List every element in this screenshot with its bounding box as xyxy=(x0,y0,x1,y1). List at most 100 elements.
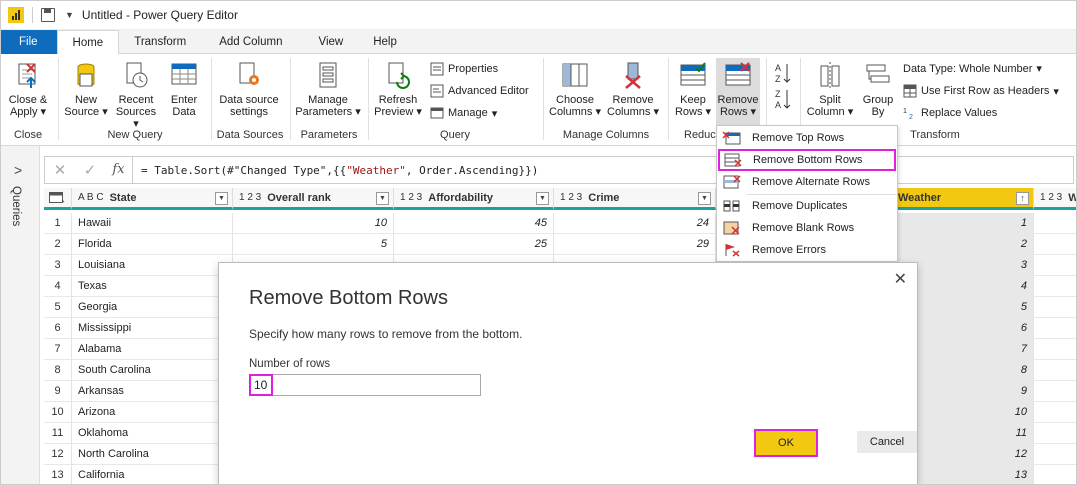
menu-item-remove-alternate-rows[interactable]: Remove Alternate Rows xyxy=(717,171,897,193)
sort-ascending-icon[interactable]: AZ xyxy=(775,62,791,87)
manage-parameters-button[interactable]: Manage Parameters ▾ xyxy=(293,60,363,118)
cell-state[interactable]: California xyxy=(72,465,233,485)
cell-idx[interactable]: 6 xyxy=(44,318,72,339)
replace-values-button[interactable]: 12 Replace Values xyxy=(903,106,997,121)
cell-we[interactable] xyxy=(1034,318,1077,339)
menu-item-remove-top-rows[interactable]: Remove Top Rows xyxy=(717,127,897,149)
cell-idx[interactable]: 12 xyxy=(44,444,72,465)
cancel-button[interactable]: Cancel xyxy=(857,431,917,453)
table-menu-icon[interactable] xyxy=(44,188,72,210)
tab-home[interactable]: Home xyxy=(56,30,120,55)
cell-afford[interactable]: 25 xyxy=(394,234,554,255)
tab-help[interactable]: Help xyxy=(361,30,409,54)
column-header-weather[interactable]: Weather ↑ xyxy=(892,188,1034,210)
cell-state[interactable]: Louisiana xyxy=(72,255,233,276)
cell-idx[interactable]: 7 xyxy=(44,339,72,360)
cell-we[interactable] xyxy=(1034,360,1077,381)
use-first-row-headers-button[interactable]: Use First Row as Headers ▾ xyxy=(903,84,1059,98)
cell-state[interactable]: Florida xyxy=(72,234,233,255)
number-type-icon[interactable]: 1 2 3 xyxy=(239,192,261,203)
cell-state[interactable]: Alabama xyxy=(72,339,233,360)
cell-state[interactable]: Georgia xyxy=(72,297,233,318)
cell-crime[interactable]: 24 xyxy=(554,213,716,234)
column-filter-dropdown-icon[interactable]: ▼ xyxy=(698,192,711,205)
remove-columns-button[interactable]: Remove Columns ▾ xyxy=(604,60,662,118)
text-type-icon[interactable]: A B C xyxy=(78,192,104,203)
cell-idx[interactable]: 11 xyxy=(44,423,72,444)
data-type-dropdown[interactable]: Data Type: Whole Number ▾ xyxy=(903,62,1042,76)
cell-weather[interactable]: 1 xyxy=(892,213,1034,234)
keep-rows-button[interactable]: Keep Rows ▾ xyxy=(672,60,714,118)
column-header-crime[interactable]: 1 2 3 Crime ▼ xyxy=(554,188,716,210)
cell-state[interactable]: Mississippi xyxy=(72,318,233,339)
fx-icon[interactable]: fx xyxy=(105,157,133,183)
cell-rank[interactable]: 5 xyxy=(233,234,394,255)
quick-access-dropdown-icon[interactable]: ▼ xyxy=(65,10,74,20)
cell-idx[interactable]: 9 xyxy=(44,381,72,402)
cell-afford[interactable]: 45 xyxy=(394,213,554,234)
cell-crime[interactable]: 29 xyxy=(554,234,716,255)
refresh-preview-button[interactable]: Refresh Preview ▾ xyxy=(372,60,424,118)
data-source-settings-button[interactable]: Data source settings xyxy=(214,60,284,118)
cell-idx[interactable]: 5 xyxy=(44,297,72,318)
cell-rank[interactable]: 10 xyxy=(233,213,394,234)
cell-state[interactable]: Arizona xyxy=(72,402,233,423)
cancel-formula-icon[interactable]: ✕ xyxy=(45,161,75,179)
column-header-state[interactable]: A B C State ▼ xyxy=(72,188,233,210)
cell-idx[interactable]: 3 xyxy=(44,255,72,276)
formula-text[interactable]: = Table.Sort(#"Changed Type",{{"Weather"… xyxy=(133,164,538,177)
cell-we[interactable] xyxy=(1034,465,1077,485)
recent-sources-button[interactable]: Recent Sources ▾ xyxy=(112,60,160,130)
expand-queries-chevron-icon[interactable]: > xyxy=(14,162,22,178)
cell-idx[interactable]: 10 xyxy=(44,402,72,423)
cell-we[interactable] xyxy=(1034,297,1077,318)
cell-idx[interactable]: 2 xyxy=(44,234,72,255)
table-row[interactable]: 2 Florida 5 25 29 2 xyxy=(44,234,1077,255)
close-apply-button[interactable]: Close & Apply ▾ xyxy=(5,60,51,118)
cell-idx[interactable]: 8 xyxy=(44,360,72,381)
column-filter-dropdown-icon[interactable]: ▼ xyxy=(536,192,549,205)
menu-item-remove-duplicates[interactable]: Remove Duplicates xyxy=(717,195,897,217)
cell-we[interactable] xyxy=(1034,234,1077,255)
tab-add-column[interactable]: Add Column xyxy=(201,30,300,54)
column-header-we[interactable]: 1 2 3 We xyxy=(1034,188,1077,210)
cell-state[interactable]: Oklahoma xyxy=(72,423,233,444)
cell-we[interactable] xyxy=(1034,213,1077,234)
enter-data-button[interactable]: Enter Data xyxy=(164,60,204,118)
cell-we[interactable] xyxy=(1034,339,1077,360)
cell-state[interactable]: Arkansas xyxy=(72,381,233,402)
new-source-button[interactable]: New Source ▾ xyxy=(62,60,110,118)
number-type-icon[interactable]: 1 2 3 xyxy=(1040,192,1062,203)
number-type-icon[interactable]: 1 2 3 xyxy=(400,192,422,203)
tab-view[interactable]: View xyxy=(301,30,362,54)
queries-label[interactable]: Queries xyxy=(10,186,22,226)
menu-item-remove-blank-rows[interactable]: Remove Blank Rows xyxy=(717,217,897,239)
column-filter-dropdown-icon[interactable]: ▼ xyxy=(215,192,228,205)
cell-we[interactable] xyxy=(1034,402,1077,423)
table-row[interactable]: 1 Hawaii 10 45 24 1 xyxy=(44,213,1077,234)
save-icon[interactable] xyxy=(41,7,55,22)
cell-we[interactable] xyxy=(1034,444,1077,465)
number-type-icon[interactable]: 1 2 3 xyxy=(560,192,582,203)
cell-idx[interactable]: 1 xyxy=(44,213,72,234)
cell-idx[interactable]: 4 xyxy=(44,276,72,297)
number-of-rows-input[interactable] xyxy=(249,374,481,396)
cell-state[interactable]: North Carolina xyxy=(72,444,233,465)
cell-we[interactable] xyxy=(1034,423,1077,444)
sort-descending-icon[interactable]: ZA xyxy=(775,88,791,113)
cell-we[interactable] xyxy=(1034,255,1077,276)
sorted-ascending-icon[interactable]: ↑ xyxy=(1016,192,1029,205)
column-header-overall-rank[interactable]: 1 2 3 Overall rank ▼ xyxy=(233,188,394,210)
column-filter-dropdown-icon[interactable]: ▼ xyxy=(376,192,389,205)
choose-columns-button[interactable]: Choose Columns ▾ xyxy=(548,60,602,118)
close-dialog-icon[interactable]: ✕ xyxy=(894,269,907,289)
tab-file[interactable]: File xyxy=(0,30,57,54)
cell-state[interactable]: Hawaii xyxy=(72,213,233,234)
cell-we[interactable] xyxy=(1034,276,1077,297)
ok-button[interactable]: OK xyxy=(754,429,818,457)
commit-formula-icon[interactable]: ✓ xyxy=(75,161,105,179)
cell-state[interactable]: South Carolina xyxy=(72,360,233,381)
cell-idx[interactable]: 13 xyxy=(44,465,72,485)
cell-state[interactable]: Texas xyxy=(72,276,233,297)
advanced-editor-button[interactable]: Advanced Editor xyxy=(430,84,529,98)
